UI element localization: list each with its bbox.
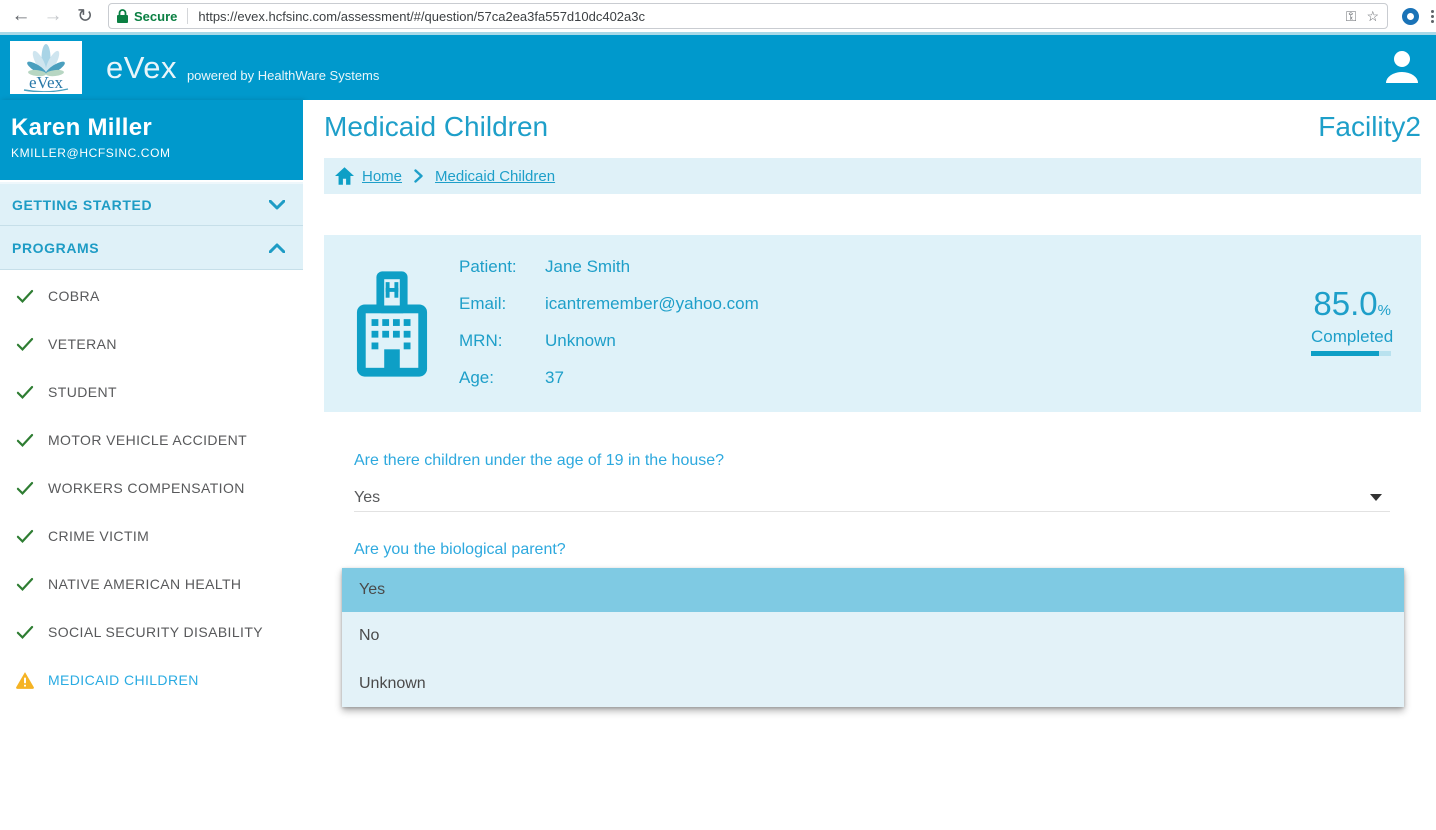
- question-children-under-19: Are there children under the age of 19 i…: [354, 452, 725, 469]
- email-value: icantremember@yahoo.com: [545, 294, 759, 313]
- warning-icon: [16, 672, 34, 689]
- bookmark-star-icon[interactable]: ☆: [1366, 8, 1379, 25]
- section-label: PROGRAMS: [12, 239, 100, 256]
- progress-bar-fill: [1311, 351, 1379, 356]
- dropdown-option-no[interactable]: No: [342, 612, 1404, 660]
- sidebar-item-medicaid-children[interactable]: MEDICAID CHILDREN: [0, 656, 303, 704]
- email-label: Email:: [459, 294, 507, 313]
- section-label: GETTING STARTED: [12, 196, 153, 213]
- progress-percent: 85.0: [1313, 285, 1378, 322]
- sidebar-item-cobra[interactable]: COBRA: [0, 272, 303, 320]
- breadcrumb-current-link[interactable]: Medicaid Children: [435, 168, 555, 185]
- check-icon: [16, 385, 34, 399]
- facility-label: Facility2: [1318, 111, 1421, 142]
- completion-progress: 85.0% Completed: [1311, 285, 1394, 356]
- check-icon: [16, 577, 34, 591]
- secure-label: Secure: [134, 8, 178, 24]
- lock-icon: [117, 9, 128, 23]
- sidebar-item-workers-compensation[interactable]: WORKERS COMPENSATION: [0, 464, 303, 512]
- user-email: KMILLER@HCFSINC.COM: [11, 146, 171, 160]
- sidebar-section-getting-started[interactable]: GETTING STARTED: [0, 182, 303, 226]
- biological-parent-dropdown: Yes No Unknown: [342, 568, 1404, 707]
- sidebar-user-block: Karen Miller KMILLER@HCFSINC.COM: [0, 100, 303, 180]
- question-biological-parent: Are you the biological parent?: [354, 541, 566, 558]
- url-text[interactable]: https://evex.hcfsinc.com/assessment/#/qu…: [198, 9, 1335, 24]
- patient-value: Jane Smith: [545, 257, 631, 276]
- program-label: NATIVE AMERICAN HEALTH: [48, 576, 242, 592]
- programs-list: COBRA VETERAN STUDENT MOTOR VEHICLE ACCI…: [0, 270, 303, 704]
- progress-bar: [1311, 351, 1391, 356]
- patient-info-card: Patient: Jane Smith Email: icantremember…: [324, 235, 1421, 412]
- url-separator: [187, 8, 189, 24]
- main-content: Medicaid Children Facility2 Home Medicai…: [303, 100, 1436, 830]
- program-label: CRIME VICTIM: [48, 528, 150, 544]
- user-account-icon[interactable]: [1382, 47, 1422, 87]
- check-icon: [16, 529, 34, 543]
- breadcrumb-home-link[interactable]: Home: [362, 168, 402, 185]
- program-label: STUDENT: [48, 384, 117, 400]
- home-icon[interactable]: [335, 167, 354, 185]
- dropdown-option-unknown[interactable]: Unknown: [342, 660, 1404, 707]
- age-value: 37: [545, 368, 564, 387]
- chevron-down-icon: [269, 199, 285, 209]
- breadcrumb: Home Medicaid Children: [324, 158, 1421, 194]
- mrn-value: Unknown: [545, 331, 616, 350]
- refresh-icon[interactable]: ↻: [74, 5, 96, 27]
- age-label: Age:: [459, 368, 494, 387]
- select-value: Yes: [354, 488, 381, 506]
- extension-icon[interactable]: [1402, 7, 1419, 25]
- sidebar-item-native-american-health[interactable]: NATIVE AMERICAN HEALTH: [0, 560, 303, 608]
- program-label: VETERAN: [48, 336, 117, 352]
- password-key-icon[interactable]: ⚿: [1346, 8, 1357, 25]
- program-label: SOCIAL SECURITY DISABILITY: [48, 624, 264, 640]
- check-icon: [16, 289, 34, 303]
- sidebar: Karen Miller KMILLER@HCFSINC.COM GETTING…: [0, 100, 303, 830]
- url-bar[interactable]: Secure https://evex.hcfsinc.com/assessme…: [108, 3, 1388, 29]
- mrn-label: MRN:: [459, 331, 503, 350]
- sidebar-item-motor-vehicle-accident[interactable]: MOTOR VEHICLE ACCIDENT: [0, 416, 303, 464]
- svg-text:eVex: eVex: [29, 73, 63, 92]
- breadcrumb-separator-icon: [414, 169, 423, 183]
- browser-chrome: ← → ↻ Secure https://evex.hcfsinc.com/as…: [0, 0, 1436, 35]
- hospital-icon: [356, 271, 428, 377]
- forward-icon[interactable]: →: [42, 5, 64, 27]
- sidebar-item-veteran[interactable]: VETERAN: [0, 320, 303, 368]
- user-name: Karen Miller: [11, 114, 152, 141]
- check-icon: [16, 433, 34, 447]
- program-label: MOTOR VEHICLE ACCIDENT: [48, 432, 248, 448]
- sidebar-item-crime-victim[interactable]: CRIME VICTIM: [0, 512, 303, 560]
- check-icon: [16, 337, 34, 351]
- select-dropdown-arrow-icon: [1370, 494, 1382, 501]
- children-under-19-select[interactable]: Yes: [354, 484, 1390, 512]
- browser-menu-icon[interactable]: [1431, 9, 1434, 23]
- dropdown-option-yes[interactable]: Yes: [342, 568, 1404, 612]
- page-title: Medicaid Children: [324, 111, 549, 142]
- app-name: eVex: [106, 49, 177, 85]
- sidebar-section-programs[interactable]: PROGRAMS: [0, 226, 303, 270]
- sidebar-item-student[interactable]: STUDENT: [0, 368, 303, 416]
- progress-label: Completed: [1311, 327, 1394, 346]
- back-icon[interactable]: ←: [10, 5, 32, 27]
- patient-label: Patient:: [459, 257, 517, 276]
- evex-logo-graphic: eVex: [23, 43, 69, 92]
- check-icon: [16, 625, 34, 639]
- evex-logo: eVex: [10, 41, 82, 94]
- program-label: MEDICAID CHILDREN: [48, 672, 199, 688]
- app-tagline: powered by HealthWare Systems: [186, 68, 380, 83]
- chevron-up-icon: [269, 243, 285, 253]
- app-header: eVex eVex powered by HealthWare Systems: [0, 35, 1436, 100]
- program-label: COBRA: [48, 288, 100, 304]
- program-label: WORKERS COMPENSATION: [48, 480, 245, 496]
- patient-fields: Patient: Jane Smith Email: icantremember…: [459, 255, 759, 389]
- check-icon: [16, 481, 34, 495]
- title-row: Medicaid Children Facility2: [324, 111, 1421, 143]
- percent-sign: %: [1377, 302, 1391, 319]
- sidebar-item-social-security-disability[interactable]: SOCIAL SECURITY DISABILITY: [0, 608, 303, 656]
- secure-badge[interactable]: Secure: [117, 9, 177, 24]
